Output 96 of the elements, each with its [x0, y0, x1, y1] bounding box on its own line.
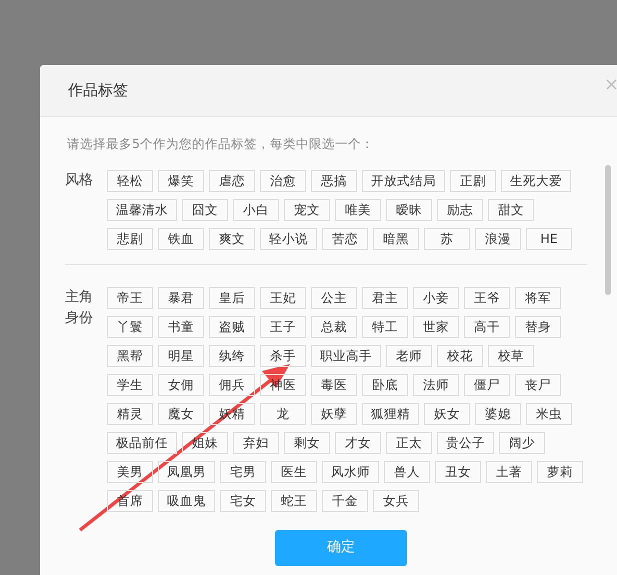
tag-option[interactable]: 皇后 [209, 286, 255, 309]
tag-option[interactable]: 蛇王 [271, 490, 317, 512]
tag-option[interactable]: 丫鬟 [107, 316, 153, 338]
tag-option[interactable]: 励志 [437, 198, 483, 221]
tag-option[interactable]: 兽人 [384, 460, 430, 483]
tag-option[interactable]: 萝莉 [537, 460, 583, 483]
tag-option[interactable]: 职业高手 [311, 344, 381, 367]
tag-option[interactable]: 女兵 [373, 490, 419, 512]
tag-option[interactable]: 龙 [260, 402, 306, 425]
tag-option[interactable]: 王妃 [260, 286, 306, 309]
tag-option[interactable]: 土著 [486, 460, 532, 483]
tag-option[interactable]: 轻松 [107, 170, 153, 192]
scrollbar[interactable] [605, 164, 611, 295]
tag-option[interactable]: 阔少 [499, 432, 545, 454]
category-label: 主角身份 [65, 288, 93, 328]
tag-option[interactable]: 轻小说 [260, 228, 317, 250]
tag-option[interactable]: 老师 [386, 344, 432, 367]
tag-option[interactable]: 正剧 [450, 170, 496, 192]
tag-option[interactable]: 铁血 [158, 228, 204, 250]
tag-option[interactable]: 特工 [362, 316, 408, 338]
tag-option[interactable]: 苏 [424, 228, 470, 250]
close-icon[interactable] [606, 79, 617, 90]
tag-option[interactable]: 校草 [488, 344, 534, 367]
tag-option[interactable]: 浪漫 [475, 228, 521, 250]
tag-option[interactable]: 杀手 [260, 344, 306, 367]
tag-option[interactable]: 才女 [335, 432, 381, 454]
tag-option[interactable]: HE [526, 228, 572, 250]
tag-option[interactable]: 剩女 [284, 432, 330, 454]
tag-option[interactable]: 婆媳 [475, 402, 521, 425]
tag-option[interactable]: 明星 [158, 344, 204, 367]
tag-option[interactable]: 虐恋 [209, 170, 255, 192]
tag-option[interactable]: 狐狸精 [362, 402, 419, 425]
tag-option[interactable]: 校花 [437, 344, 483, 367]
tag-option[interactable]: 书童 [158, 316, 204, 338]
tag-option[interactable]: 苦恋 [322, 228, 368, 250]
tag-option[interactable]: 佣兵 [209, 374, 255, 396]
tag-option[interactable]: 宅男 [220, 460, 266, 483]
tag-option[interactable]: 小白 [233, 198, 279, 221]
tag-option[interactable]: 女佣 [158, 374, 204, 396]
category-label: 风格 [65, 170, 94, 190]
tag-option[interactable]: 学生 [107, 374, 153, 396]
tag-option[interactable]: 甜文 [488, 198, 534, 221]
tag-option[interactable]: 温馨清水 [107, 198, 177, 221]
tag-option[interactable]: 弃妇 [233, 432, 279, 454]
tag-option[interactable]: 极品前任 [107, 432, 177, 454]
tag-option[interactable]: 黑帮 [107, 344, 153, 367]
tag-option[interactable]: 精灵 [107, 402, 153, 425]
tag-option[interactable]: 王子 [260, 316, 306, 338]
tag-option[interactable]: 恶搞 [311, 170, 357, 192]
tag-option[interactable]: 生死大爱 [501, 170, 571, 192]
tag-option[interactable]: 世家 [413, 316, 459, 338]
tag-option[interactable]: 千金 [322, 490, 368, 512]
tag-option[interactable]: 开放式结局 [362, 170, 445, 192]
tag-option[interactable]: 姐妹 [182, 432, 228, 454]
tag-option[interactable]: 暧昧 [386, 198, 432, 221]
tag-option[interactable]: 法师 [413, 374, 459, 396]
tag-option[interactable]: 替身 [515, 316, 561, 338]
tag-option[interactable]: 囧文 [182, 198, 228, 221]
tag-option[interactable]: 纨绔 [209, 344, 255, 367]
tag-option[interactable]: 将军 [515, 286, 561, 309]
tag-option[interactable]: 宠文 [284, 198, 330, 221]
instruction-text: 请选择最多5个作为您的作品标签，每类中限选一个： [67, 135, 375, 153]
tag-option[interactable]: 吸血鬼 [158, 490, 215, 512]
tag-option[interactable]: 小妾 [413, 286, 459, 309]
tag-option[interactable]: 帝王 [107, 286, 153, 309]
tag-option[interactable]: 妖女 [424, 402, 470, 425]
tag-option[interactable]: 魔女 [158, 402, 204, 425]
tag-option[interactable]: 治愈 [260, 170, 306, 192]
tag-option[interactable]: 君主 [362, 286, 408, 309]
tag-option[interactable]: 医生 [271, 460, 317, 483]
tag-option[interactable]: 米虫 [526, 402, 572, 425]
tag-option[interactable]: 盗贼 [209, 316, 255, 338]
tag-option[interactable]: 丑女 [435, 460, 481, 483]
tag-option[interactable]: 毒医 [311, 374, 357, 396]
tag-option[interactable]: 妖孽 [311, 402, 357, 425]
tag-option[interactable]: 正太 [386, 432, 432, 454]
tag-option[interactable]: 凤凰男 [158, 460, 215, 483]
tag-option[interactable]: 风水师 [322, 460, 379, 483]
tag-option[interactable]: 高干 [464, 316, 510, 338]
tag-option[interactable]: 总裁 [311, 316, 357, 338]
tag-option[interactable]: 暗黑 [373, 228, 419, 250]
tag-option[interactable]: 公主 [311, 286, 357, 309]
tag-option[interactable]: 卧底 [362, 374, 408, 396]
tag-option[interactable]: 僵尸 [464, 374, 510, 396]
tag-option[interactable]: 唯美 [335, 198, 381, 221]
tag-option[interactable]: 首席 [107, 490, 153, 512]
tag-option[interactable]: 美男 [107, 460, 153, 483]
tag-option[interactable]: 爆笑 [158, 170, 204, 192]
tag-option[interactable]: 贵公子 [437, 432, 494, 454]
tag-option[interactable]: 丧尸 [515, 374, 561, 396]
tag-option[interactable]: 悲剧 [107, 228, 153, 250]
tag-option[interactable]: 宅女 [220, 490, 266, 512]
tag-option[interactable]: 王爷 [464, 286, 510, 309]
dialog-title: 作品标签 [68, 80, 128, 102]
tag-option[interactable]: 暴君 [158, 286, 204, 309]
tag-option[interactable]: 爽文 [209, 228, 255, 250]
